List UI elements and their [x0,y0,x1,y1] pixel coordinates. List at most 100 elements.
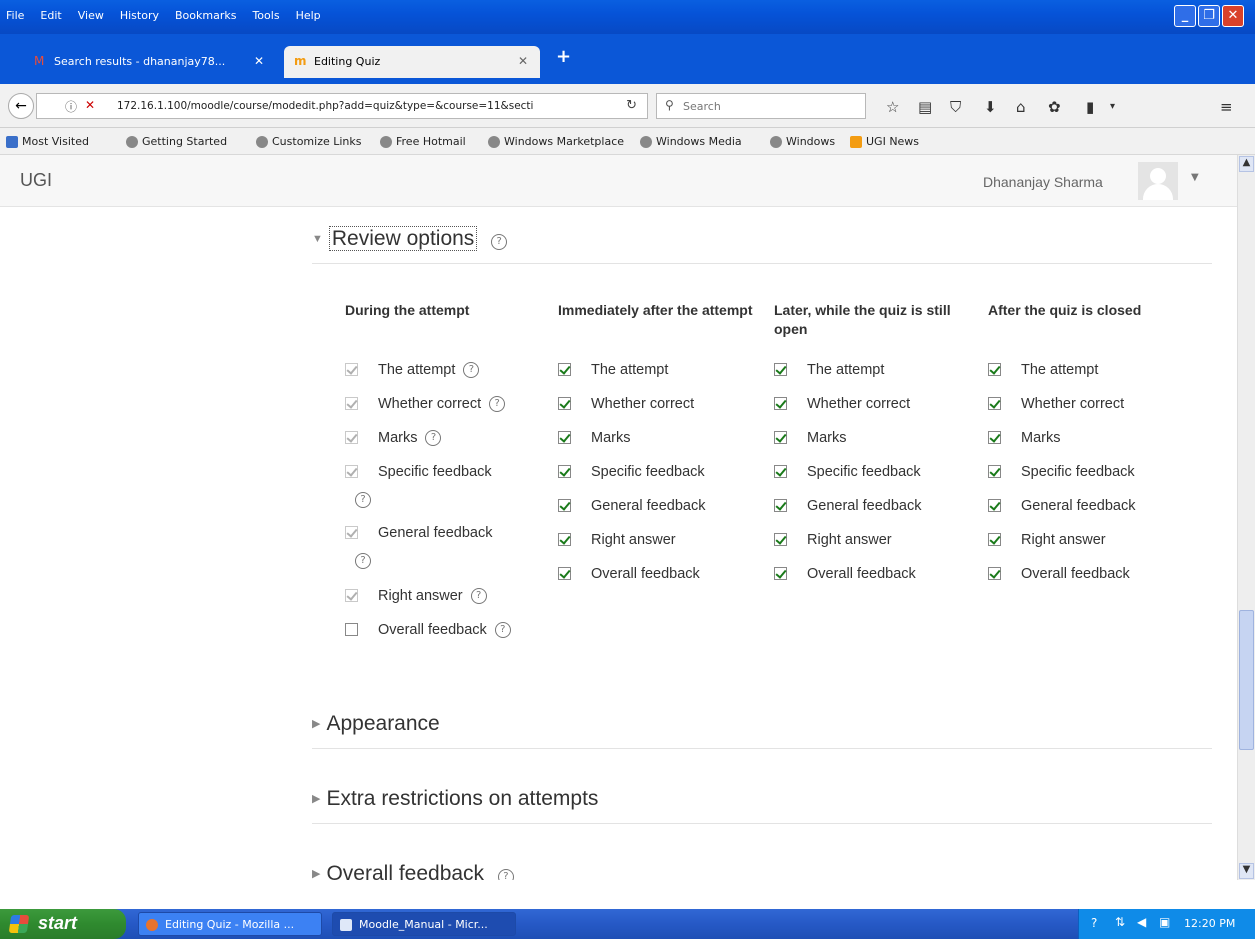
download-icon[interactable]: ⬇ [984,98,997,116]
bookmark-windows-marketplace[interactable]: Windows Marketplace [488,135,624,148]
option-checkbox[interactable] [558,533,571,546]
url-bar[interactable]: ⓘ ✕ 172.16.1.100/moodle/course/modedit.p… [36,93,648,119]
tab-search-results[interactable]: M Search results - dhananjay78... ✕ [24,46,276,78]
option-checkbox[interactable] [988,499,1001,512]
expand-arrow-icon: ▶ [312,868,321,880]
review-options-header[interactable]: ▼ Review options ? [312,226,508,251]
help-icon[interactable]: ? [470,588,487,604]
network-icon[interactable]: ⇅ [1115,915,1125,929]
menu-tools[interactable]: Tools [252,9,279,22]
help-icon[interactable]: ? [355,492,371,508]
option-checkbox[interactable] [774,499,787,512]
home-icon[interactable]: ⌂ [1016,98,1026,116]
menu-history[interactable]: History [120,9,159,22]
taskbar-item-firefox[interactable]: Editing Quiz - Mozilla ... [138,912,322,936]
bookmark-star-icon[interactable]: ☆ [886,98,899,116]
option-checkbox[interactable] [774,465,787,478]
option-label: Right answer [807,532,892,548]
review-option: Specific feedback? [345,462,492,508]
tray-arrow-icon[interactable]: ◀ [1137,915,1146,929]
start-button[interactable]: start [0,909,126,939]
dropdown-caret-icon[interactable]: ▾ [1110,101,1115,112]
scrollbar-thumb[interactable] [1239,610,1254,750]
option-checkbox[interactable] [774,363,787,376]
option-label: Right answer [378,588,463,604]
bookmark-windows[interactable]: Windows [770,135,835,148]
help-icon[interactable]: ? [494,622,511,638]
close-tab-icon[interactable]: ✕ [518,54,528,68]
overall-feedback-header[interactable]: ▶ Overall feedback ? [312,862,514,880]
bookmarks-menu-icon[interactable]: ▤ [918,98,932,116]
option-checkbox[interactable] [558,397,571,410]
scroll-up-icon[interactable]: ▲ [1239,156,1254,172]
option-checkbox[interactable] [345,363,358,376]
bookmark-most-visited[interactable]: Most Visited [6,135,89,148]
restore-button[interactable]: ❐ [1198,5,1220,27]
option-checkbox[interactable] [345,431,358,444]
option-checkbox[interactable] [345,589,358,602]
extra-restrictions-header[interactable]: ▶ Extra restrictions on attempts [312,787,598,811]
clipboard-icon[interactable]: ▮ [1086,98,1094,116]
option-checkbox[interactable] [345,465,358,478]
bookmark-getting-started[interactable]: Getting Started [126,135,227,148]
menu-bookmarks[interactable]: Bookmarks [175,9,236,22]
option-checkbox[interactable] [988,363,1001,376]
bookmark-customize-links[interactable]: Customize Links [256,135,362,148]
option-checkbox[interactable] [558,499,571,512]
option-checkbox[interactable] [558,465,571,478]
taskbar-item-word[interactable]: Moodle_Manual - Micr... [332,912,516,936]
reload-icon[interactable]: ↻ [626,98,637,113]
appearance-header[interactable]: ▶ Appearance [312,712,440,736]
help-icon[interactable]: ? [497,869,514,880]
option-checkbox[interactable] [345,397,358,410]
option-checkbox[interactable] [988,567,1001,580]
scroll-down-icon[interactable]: ▼ [1239,863,1254,879]
close-tab-icon[interactable]: ✕ [254,54,264,68]
help-tray-icon[interactable]: ? [1091,916,1097,930]
option-checkbox[interactable] [774,533,787,546]
tray-app-icon[interactable]: ▣ [1159,915,1170,929]
user-menu-caret-icon[interactable]: ▼ [1191,172,1199,183]
tab-editing-quiz[interactable]: m Editing Quiz ✕ [284,46,540,78]
bookmark-free-hotmail[interactable]: Free Hotmail [380,135,466,148]
site-brand[interactable]: UGI [20,170,52,191]
close-window-button[interactable]: ✕ [1222,5,1244,27]
menu-file[interactable]: File [6,9,24,22]
help-icon[interactable]: ? [463,362,480,378]
option-checkbox[interactable] [988,533,1001,546]
minimize-button[interactable]: _ [1174,5,1196,27]
bookmark-ugi-news[interactable]: UGI News [850,135,919,148]
new-tab-button[interactable]: + [556,46,571,67]
option-checkbox[interactable] [774,431,787,444]
back-button[interactable]: ← [8,93,34,119]
menu-view[interactable]: View [78,9,104,22]
option-checkbox[interactable] [774,567,787,580]
option-checkbox[interactable] [988,397,1001,410]
option-checkbox[interactable] [988,431,1001,444]
avatar[interactable] [1138,162,1178,200]
help-icon[interactable]: ? [491,234,508,250]
help-icon[interactable]: ? [425,430,442,446]
url-text[interactable]: 172.16.1.100/moodle/course/modedit.php?a… [117,100,533,112]
pocket-icon[interactable]: ⛉ [950,98,961,116]
option-checkbox[interactable] [558,431,571,444]
hamburger-menu-icon[interactable]: ≡ [1220,98,1233,116]
addon-icon[interactable]: ✿ [1048,98,1061,116]
option-checkbox[interactable] [774,397,787,410]
option-checkbox[interactable] [345,526,358,539]
option-checkbox[interactable] [558,363,571,376]
globe-icon [488,135,500,148]
option-label: Overall feedback [378,622,487,638]
menu-edit[interactable]: Edit [40,9,61,22]
option-checkbox[interactable] [345,623,358,636]
option-checkbox[interactable] [558,567,571,580]
help-icon[interactable]: ? [355,553,371,569]
menu-help[interactable]: Help [296,9,321,22]
bookmark-windows-media[interactable]: Windows Media [640,135,742,148]
help-icon[interactable]: ? [489,396,506,412]
vertical-scrollbar[interactable]: ▲ ▼ [1237,155,1255,880]
user-name[interactable]: Dhananjay Sharma [983,174,1103,190]
search-input[interactable]: ⚲ Search [656,93,866,119]
info-icon[interactable]: ⓘ [65,98,77,115]
option-checkbox[interactable] [988,465,1001,478]
